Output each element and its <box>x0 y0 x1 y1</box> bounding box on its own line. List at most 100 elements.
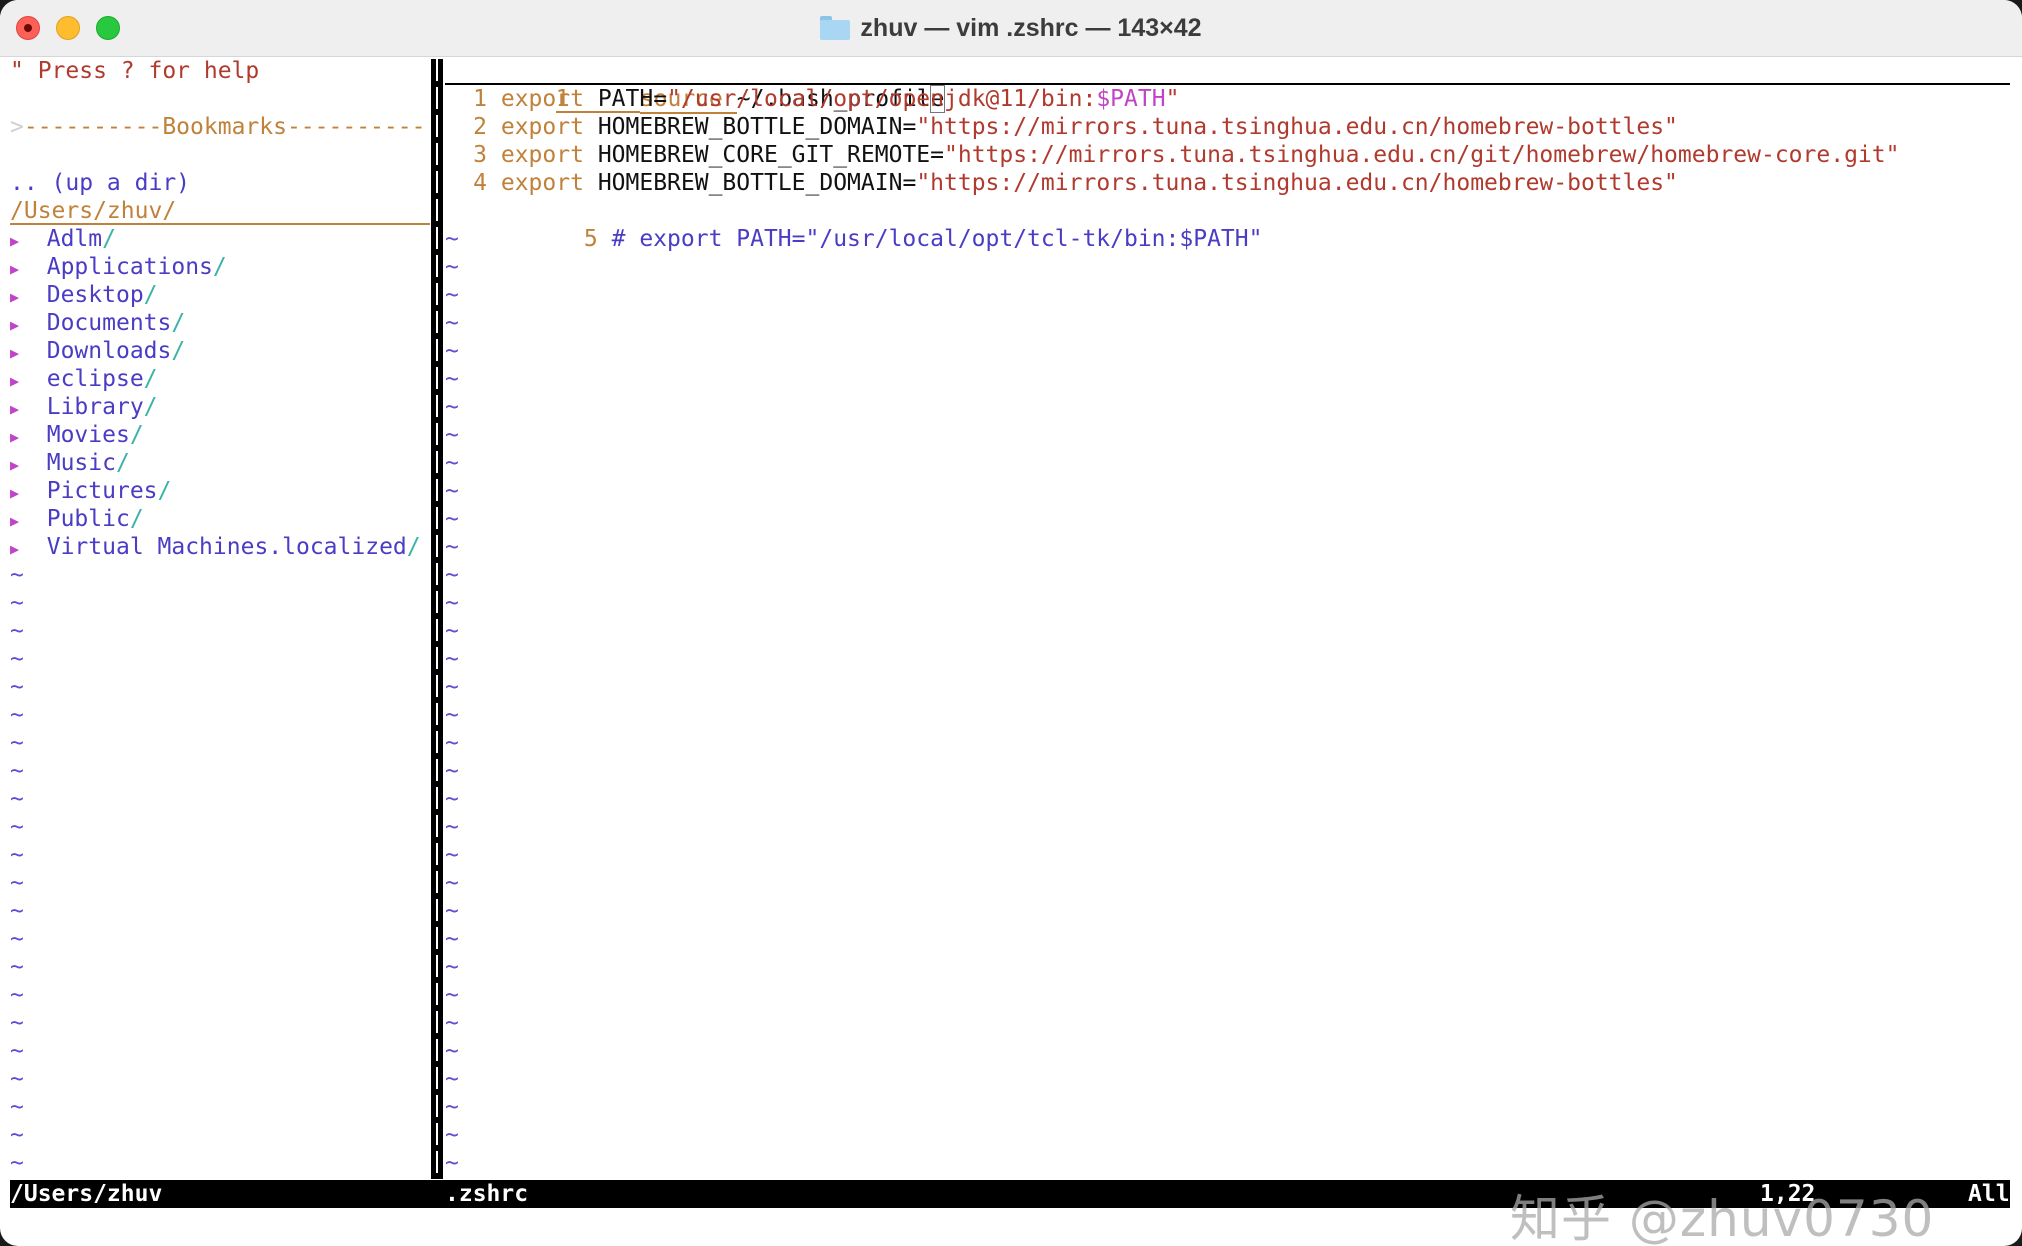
empty-line-tilde: ~ <box>445 926 459 952</box>
nerdtree-pane[interactable]: " Press ? for help >----------Bookmarks-… <box>10 57 430 1177</box>
tree-item[interactable]: ▶ Public/ <box>10 505 144 533</box>
expand-arrow-icon[interactable]: ▶ <box>10 372 19 390</box>
expand-arrow-icon[interactable]: ▶ <box>10 344 19 362</box>
empty-line-tilde: ~ <box>10 982 24 1008</box>
empty-line-tilde: ~ <box>10 618 24 644</box>
tree-item[interactable]: ▶ Virtual Machines.localized/ <box>10 533 421 561</box>
empty-line-tilde: ~ <box>445 254 459 280</box>
expand-arrow-icon[interactable]: ▶ <box>10 288 19 306</box>
empty-line-tilde: ~ <box>445 870 459 896</box>
tree-item[interactable]: ▶ Applications/ <box>10 253 227 281</box>
folder-name: Movies <box>46 422 130 448</box>
expand-arrow-icon[interactable]: ▶ <box>10 540 19 558</box>
empty-line-tilde: ~ <box>10 898 24 924</box>
empty-line-tilde: ~ <box>445 338 459 364</box>
bookmarks-header: >----------Bookmarks---------- <box>10 113 425 141</box>
tree-item[interactable]: ▶ Downloads/ <box>10 337 185 365</box>
empty-line-tilde: ~ <box>10 842 24 868</box>
window-title-container: zhuv — vim .zshrc — 143×42 <box>0 0 2022 56</box>
vertical-split-divider[interactable] <box>431 59 443 1179</box>
folder-suffix: / <box>171 338 186 364</box>
empty-line-tilde: ~ <box>445 1066 459 1092</box>
empty-line-tilde: ~ <box>445 590 459 616</box>
expand-arrow-icon[interactable]: ▶ <box>10 400 19 418</box>
bookmarks-prefix: > <box>10 114 24 140</box>
export-keyword: export <box>500 142 584 168</box>
folder-name: Library <box>46 394 144 420</box>
terminal-content[interactable]: " Press ? for help >----------Bookmarks-… <box>0 57 2022 1246</box>
empty-line-tilde: ~ <box>445 366 459 392</box>
tree-item[interactable]: ▶ Movies/ <box>10 421 144 449</box>
bookmarks-label: ----------Bookmarks---------- <box>23 114 426 140</box>
cursor-line[interactable]: 1 source ~/.bash_profile <box>445 57 2010 114</box>
tree-item[interactable]: ▶ Pictures/ <box>10 477 171 505</box>
current-directory[interactable]: /Users/zhuv/ <box>10 197 430 225</box>
code-line-4[interactable]: 4 export HOMEBREW_BOTTLE_DOMAIN="https:/… <box>445 169 1678 197</box>
status-left-path: /Users/zhuv <box>10 1181 163 1207</box>
code-line-5[interactable]: 5 # export PATH="/usr/local/opt/tcl-tk/b… <box>445 197 1263 252</box>
folder-suffix: / <box>157 478 172 504</box>
empty-line-tilde: ~ <box>10 1066 24 1092</box>
empty-line-tilde: ~ <box>445 954 459 980</box>
tree-item[interactable]: ▶ Desktop/ <box>10 281 158 309</box>
empty-line-tilde: ~ <box>10 646 24 672</box>
line-number: 2 <box>473 114 487 140</box>
expand-arrow-icon[interactable]: ▶ <box>10 232 19 250</box>
tree-item[interactable]: ▶ Adlm/ <box>10 225 116 253</box>
expand-arrow-icon[interactable]: ▶ <box>10 512 19 530</box>
tree-item[interactable]: ▶ eclipse/ <box>10 365 158 393</box>
code-line-3[interactable]: 3 export HOMEBREW_CORE_GIT_REMOTE="https… <box>445 141 1899 169</box>
empty-line-tilde: ~ <box>10 1122 24 1148</box>
empty-line-tilde: ~ <box>445 282 459 308</box>
empty-line-tilde: ~ <box>445 394 459 420</box>
empty-line-tilde: ~ <box>445 618 459 644</box>
folder-name: Public <box>46 506 130 532</box>
string-value: "https://mirrors.tuna.tsinghua.edu.cn/ho… <box>916 170 1678 196</box>
empty-line-tilde: ~ <box>445 226 459 252</box>
empty-line-tilde: ~ <box>10 954 24 980</box>
code-line-2[interactable]: 2 export HOMEBREW_BOTTLE_DOMAIN="https:/… <box>445 113 1678 141</box>
terminal-window: zhuv — vim .zshrc — 143×42 " Press ? for… <box>0 0 2022 1246</box>
folder-name: Pictures <box>46 478 158 504</box>
empty-line-tilde: ~ <box>445 1038 459 1064</box>
folder-suffix: / <box>129 422 144 448</box>
expand-arrow-icon[interactable]: ▶ <box>10 484 19 502</box>
empty-line-tilde: ~ <box>445 646 459 672</box>
tree-item[interactable]: ▶ Music/ <box>10 449 130 477</box>
empty-line-tilde: ~ <box>445 478 459 504</box>
tree-item[interactable]: ▶ Documents/ <box>10 309 185 337</box>
variable-name: HOMEBREW_CORE_GIT_REMOTE= <box>597 142 944 168</box>
editor-pane[interactable]: 1 source ~/.bash_profile 1 export PATH="… <box>445 57 2015 1177</box>
empty-line-tilde: ~ <box>10 590 24 616</box>
folder-name: Documents <box>46 310 172 336</box>
expand-arrow-icon[interactable]: ▶ <box>10 456 19 474</box>
folder-name: Music <box>46 450 116 476</box>
title-bar[interactable]: zhuv — vim .zshrc — 143×42 <box>0 0 2022 57</box>
empty-line-tilde: ~ <box>10 786 24 812</box>
export-keyword: export <box>500 170 584 196</box>
empty-line-tilde: ~ <box>445 1010 459 1036</box>
folder-name: Virtual Machines.localized <box>46 534 407 560</box>
folder-suffix: / <box>102 226 116 252</box>
empty-line-tilde: ~ <box>10 1150 24 1176</box>
code-line-1[interactable]: 1 export PATH="/usr/local/opt/openjdk@11… <box>445 85 1179 113</box>
expand-arrow-icon[interactable]: ▶ <box>10 260 19 278</box>
line-number: 4 <box>473 170 487 196</box>
empty-line-tilde: ~ <box>10 702 24 728</box>
empty-line-tilde: ~ <box>10 814 24 840</box>
empty-line-tilde: ~ <box>10 674 24 700</box>
empty-line-tilde: ~ <box>445 730 459 756</box>
expand-arrow-icon[interactable]: ▶ <box>10 428 19 446</box>
empty-line-tilde: ~ <box>10 1010 24 1036</box>
empty-line-tilde: ~ <box>445 898 459 924</box>
line-number: 1 <box>473 86 487 112</box>
empty-line-tilde: ~ <box>10 730 24 756</box>
folder-name: Adlm <box>46 226 103 252</box>
variable-name: PATH= <box>597 86 668 112</box>
string-value: "https://mirrors.tuna.tsinghua.edu.cn/gi… <box>944 142 1900 168</box>
expand-arrow-icon[interactable]: ▶ <box>10 316 19 334</box>
up-dir-link[interactable]: .. (up a dir) <box>10 169 190 197</box>
tree-item[interactable]: ▶ Library/ <box>10 393 158 421</box>
empty-line-tilde: ~ <box>10 870 24 896</box>
line-number: 5 <box>583 226 598 252</box>
